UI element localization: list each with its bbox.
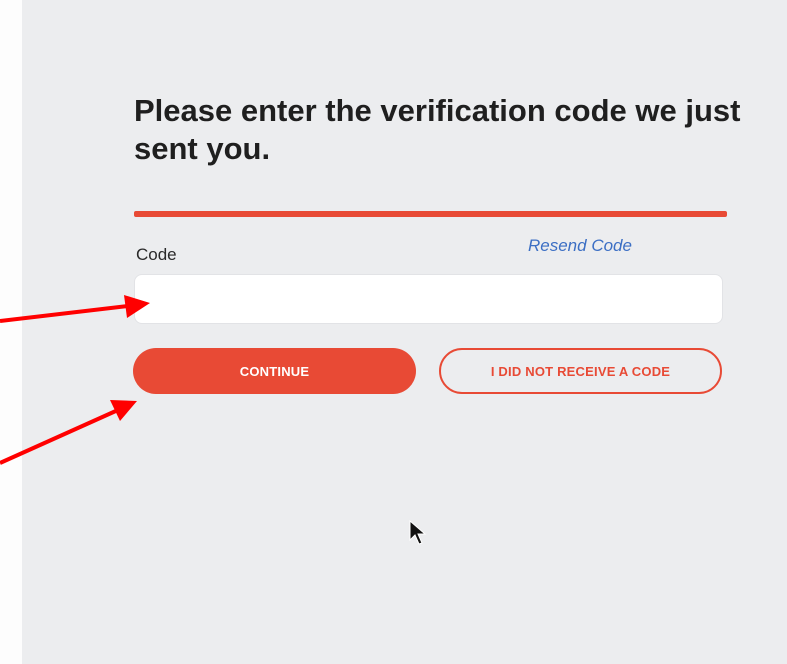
annotation-arrow-icon [0, 400, 137, 465]
annotation-arrow-icon [0, 295, 150, 323]
annotation-arrow-icon [0, 295, 150, 465]
mouse-cursor-icon [409, 520, 427, 545]
